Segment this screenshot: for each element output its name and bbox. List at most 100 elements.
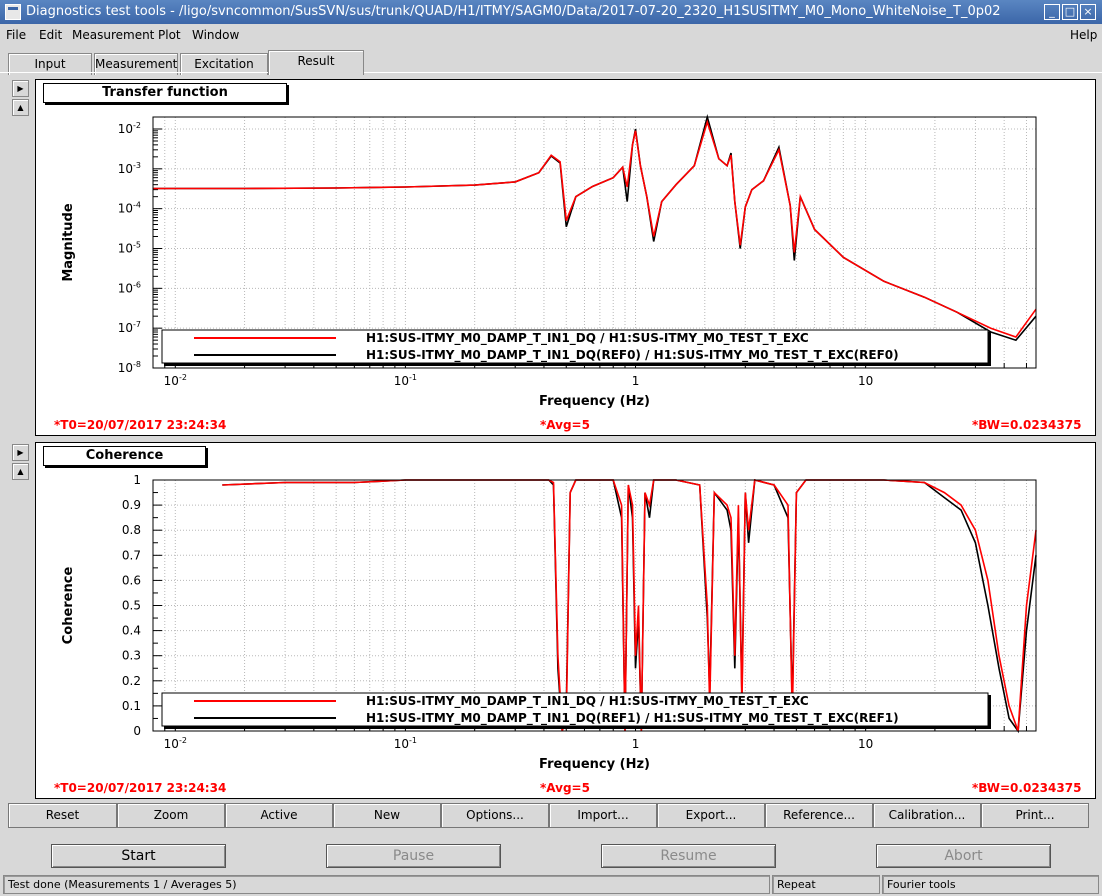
y-tick-label: 10-3 bbox=[118, 161, 141, 176]
y-tick-label: 10-5 bbox=[118, 240, 141, 255]
y-tick-label: 10-4 bbox=[118, 201, 141, 216]
expand-arrow-icon[interactable]: ▶ bbox=[12, 444, 29, 461]
legend: H1:SUS-ITMY_M0_DAMP_T_IN1_DQ / H1:SUS-IT… bbox=[161, 692, 991, 729]
legend-shadow bbox=[164, 726, 991, 729]
tab-result[interactable]: Result bbox=[268, 50, 364, 75]
collapse-arrow-icon[interactable]: ▲ bbox=[12, 463, 29, 480]
y-tick-label: 1 bbox=[133, 473, 141, 487]
y-tick-exponent: -3 bbox=[133, 161, 141, 170]
y-tick-label: 10-6 bbox=[118, 280, 141, 295]
new-button[interactable]: New bbox=[333, 803, 441, 828]
abort-button[interactable]: Abort bbox=[876, 844, 1051, 868]
y-tick-label: 0.1 bbox=[122, 699, 141, 713]
legend-label: H1:SUS-ITMY_M0_DAMP_T_IN1_DQ(REF1) / H1:… bbox=[366, 711, 899, 726]
resume-button[interactable]: Resume bbox=[601, 844, 776, 868]
menu-plot[interactable]: Plot bbox=[158, 28, 181, 42]
y-tick-exponent: -6 bbox=[133, 280, 141, 289]
y-tick-exponent: -5 bbox=[133, 240, 141, 249]
x-tick-label: 10-2 bbox=[164, 373, 187, 388]
y-tick-label: 0.3 bbox=[122, 649, 141, 663]
collapse-arrow-icon[interactable]: ▲ bbox=[12, 99, 29, 116]
legend-label: H1:SUS-ITMY_M0_DAMP_T_IN1_DQ / H1:SUS-IT… bbox=[366, 331, 809, 346]
active-button[interactable]: Active bbox=[225, 803, 333, 828]
x-tick-exponent: -2 bbox=[179, 736, 187, 745]
reset-button[interactable]: Reset bbox=[8, 803, 117, 828]
y-tick-label: 0.6 bbox=[122, 573, 141, 587]
y-tick-exponent: -4 bbox=[133, 201, 141, 210]
x-tick-label: 10 bbox=[858, 737, 873, 751]
coherence-plot[interactable]: 10-2 10-1 1 10 0 0.1 0.2 0.3 0.4 0.5 0.6 0.7 0.8 0.9 1… bbox=[36, 443, 1095, 798]
expand-arrow-icon[interactable]: ▶ bbox=[12, 80, 29, 97]
coherence-panel: 10-2 10-1 1 10 0 0.1 0.2 0.3 0.4 0.5 0.6 0.7 0.8 0.9 1… bbox=[35, 442, 1096, 799]
y-axis-label: Magnitude bbox=[61, 203, 76, 282]
y-tick-label: 0.7 bbox=[122, 548, 141, 562]
legend-label: H1:SUS-ITMY_M0_DAMP_T_IN1_DQ(REF0) / H1:… bbox=[366, 348, 899, 363]
import-button[interactable]: Import... bbox=[549, 803, 657, 828]
start-button[interactable]: Start bbox=[51, 844, 226, 868]
y-tick-label: 10-2 bbox=[118, 121, 141, 136]
tab-bar: Input Measurement Excitation Result bbox=[0, 50, 1102, 75]
menu-bar: File Edit Measurement Plot Window Help bbox=[0, 24, 1102, 46]
x-tick-exponent: -1 bbox=[409, 736, 417, 745]
x-tick-exponent: -2 bbox=[179, 373, 187, 382]
menu-window[interactable]: Window bbox=[192, 28, 239, 42]
transfer-function-plot[interactable]: 10-2 10-1 1 10 10-8 10-7 10-6 10-5 10-4 10-3 10-2 F… bbox=[36, 80, 1095, 435]
zoom-button[interactable]: Zoom bbox=[117, 803, 225, 828]
menu-help[interactable]: Help bbox=[1070, 28, 1097, 42]
y-tick-exponent: -8 bbox=[133, 360, 141, 369]
y-tick-exponent: -2 bbox=[133, 121, 141, 130]
menu-file[interactable]: File bbox=[6, 28, 26, 42]
legend-shadow bbox=[988, 695, 991, 728]
y-tick-label: 10-7 bbox=[118, 320, 141, 335]
plot-toolbar: Reset Zoom Active New Options... Import.… bbox=[8, 803, 1092, 828]
y-tick-label: 0 bbox=[133, 724, 141, 738]
panel-title[interactable]: Coherence bbox=[43, 446, 206, 466]
legend: H1:SUS-ITMY_M0_DAMP_T_IN1_DQ / H1:SUS-IT… bbox=[161, 329, 991, 366]
x-tick-label: 1 bbox=[632, 374, 640, 388]
y-tick-label: 0.2 bbox=[122, 674, 141, 688]
x-tick-label: 10-2 bbox=[164, 736, 187, 751]
y-tick-label: 0.5 bbox=[122, 599, 141, 613]
t0-label: *T0=20/07/2017 23:24:34 bbox=[54, 418, 227, 432]
export-button[interactable]: Export... bbox=[657, 803, 765, 828]
y-tick-label: 0.9 bbox=[122, 498, 141, 512]
t0-label: *T0=20/07/2017 23:24:34 bbox=[54, 781, 227, 795]
panel-title[interactable]: Transfer function bbox=[43, 83, 287, 103]
status-message: Test done (Measurements 1 / Averages 5) bbox=[3, 875, 770, 894]
y-axis-label: Coherence bbox=[61, 567, 76, 645]
x-axis-label: Frequency (Hz) bbox=[539, 394, 650, 409]
x-tick-label: 10-1 bbox=[394, 373, 417, 388]
x-tick-label: 10-1 bbox=[394, 736, 417, 751]
y-tick-exponent: -7 bbox=[133, 320, 141, 329]
status-tool: Fourier tools bbox=[882, 875, 1099, 894]
avg-label: *Avg=5 bbox=[540, 418, 590, 432]
x-axis-label: Frequency (Hz) bbox=[539, 757, 650, 772]
x-tick-label: 1 bbox=[632, 737, 640, 751]
legend-shadow bbox=[988, 332, 991, 365]
bw-label: *BW=0.0234375 bbox=[972, 418, 1082, 432]
legend-shadow bbox=[164, 363, 991, 366]
options-button[interactable]: Options... bbox=[441, 803, 549, 828]
reference-button[interactable]: Reference... bbox=[765, 803, 873, 828]
maximize-icon[interactable]: □ bbox=[1062, 4, 1078, 20]
calibration-button[interactable]: Calibration... bbox=[873, 803, 981, 828]
y-tick-label: 10-8 bbox=[118, 360, 141, 375]
app-icon[interactable] bbox=[5, 4, 21, 20]
y-tick-label: 0.4 bbox=[122, 624, 141, 638]
legend-label: H1:SUS-ITMY_M0_DAMP_T_IN1_DQ / H1:SUS-IT… bbox=[366, 694, 809, 709]
menu-measurement[interactable]: Measurement bbox=[72, 28, 154, 42]
menu-edit[interactable]: Edit bbox=[39, 28, 62, 42]
window-titlebar: Diagnostics test tools - /ligo/svncommon… bbox=[0, 0, 1102, 24]
status-mode: Repeat bbox=[772, 875, 880, 894]
x-tick-label: 10 bbox=[858, 374, 873, 388]
tab-divider bbox=[0, 72, 1102, 73]
window-title: Diagnostics test tools - /ligo/svncommon… bbox=[26, 4, 1001, 19]
close-icon[interactable]: × bbox=[1080, 4, 1096, 20]
y-tick-label: 0.8 bbox=[122, 523, 141, 537]
print-button[interactable]: Print... bbox=[981, 803, 1089, 828]
pause-button[interactable]: Pause bbox=[326, 844, 501, 868]
x-tick-exponent: -1 bbox=[409, 373, 417, 382]
minimize-icon[interactable]: _ bbox=[1044, 4, 1060, 20]
series-line bbox=[153, 119, 1037, 338]
avg-label: *Avg=5 bbox=[540, 781, 590, 795]
